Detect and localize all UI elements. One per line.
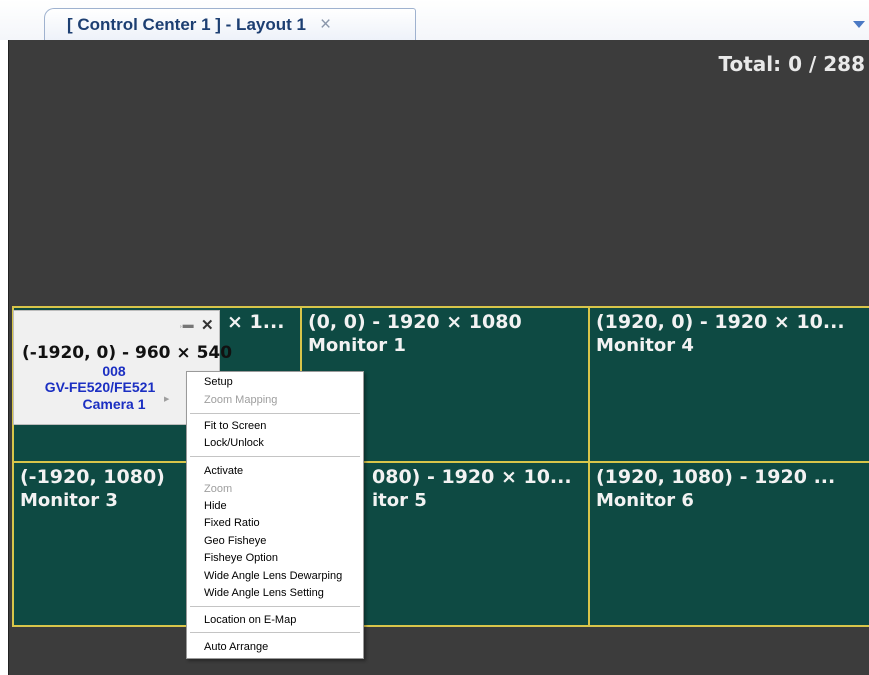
menu-item-fisheye-option[interactable]: Fisheye Option bbox=[204, 552, 278, 565]
monitor-coords: × 1... bbox=[227, 311, 285, 333]
chevron-down-icon[interactable] bbox=[853, 21, 865, 28]
menu-item-zoom-mapping[interactable]: Zoom Mapping bbox=[204, 394, 277, 407]
monitor-name: Monitor 6 bbox=[596, 490, 694, 511]
monitor-tile-monitor-6[interactable]: (1920, 1080) - 1920 ... Monitor 6 bbox=[588, 461, 869, 627]
menu-item-auto-arrange[interactable]: Auto Arrange bbox=[204, 641, 268, 654]
menu-separator bbox=[190, 456, 360, 457]
menu-item-fit-to-screen[interactable]: Fit to Screen bbox=[204, 420, 266, 433]
monitor-coords: (0, 0) - 1920 × 1080 bbox=[308, 311, 522, 333]
tab-layout-1[interactable]: [ Control Center 1 ] - Layout 1 × bbox=[44, 8, 416, 40]
menu-item-zoom[interactable]: Zoom bbox=[204, 483, 232, 496]
camera-resolution: (-1920, 0) - 960 × 540 bbox=[22, 343, 233, 363]
total-count: Total: 0 / 288 bbox=[718, 52, 866, 76]
close-icon[interactable]: ✕ bbox=[201, 316, 214, 334]
menu-separator bbox=[190, 606, 360, 607]
menu-item-location-on-e-map[interactable]: Location on E-Map bbox=[204, 614, 296, 627]
menu-item-setup[interactable]: Setup bbox=[204, 376, 233, 389]
menu-separator bbox=[190, 632, 360, 633]
menu-item-wide-angle-lens-setting[interactable]: Wide Angle Lens Setting bbox=[204, 587, 324, 600]
tab-title: [ Control Center 1 ] - Layout 1 bbox=[67, 14, 306, 34]
menu-item-geo-fisheye[interactable]: Geo Fisheye bbox=[204, 535, 266, 548]
menu-item-lock-unlock[interactable]: Lock/Unlock bbox=[204, 437, 264, 450]
tab-strip: [ Control Center 1 ] - Layout 1 × bbox=[0, 0, 869, 40]
monitor-tile-monitor-4[interactable]: (1920, 0) - 1920 × 10... Monitor 4 bbox=[588, 306, 869, 463]
monitor-coords: (1920, 1080) - 1920 ... bbox=[596, 466, 836, 488]
workspace-bottom bbox=[9, 628, 869, 675]
close-icon[interactable]: × bbox=[320, 15, 331, 34]
menu-separator bbox=[190, 413, 360, 414]
chevron-right-icon: ▶ bbox=[164, 396, 170, 403]
monitor-name: itor 5 bbox=[372, 490, 427, 511]
menu-item-fixed-ratio[interactable]: Fixed Ratio bbox=[204, 517, 260, 530]
context-menu: Setup Zoom Mapping Fit to Screen Lock/Un… bbox=[186, 371, 364, 659]
camera-channel: 008 bbox=[102, 363, 126, 379]
menu-item-hide[interactable]: Hide bbox=[204, 500, 227, 513]
monitor-name: Monitor 1 bbox=[308, 335, 406, 356]
menu-item-wide-angle-lens-dewarping[interactable]: Wide Angle Lens Dewarping bbox=[204, 570, 342, 583]
camera-name: Camera 1 bbox=[82, 396, 146, 412]
monitor-coords: (1920, 0) - 1920 × 10... bbox=[596, 311, 845, 333]
pin-icon[interactable]: ˒▬ bbox=[179, 319, 194, 331]
menu-item-activate[interactable]: Activate bbox=[204, 465, 243, 478]
monitor-coords: 080) - 1920 × 10... bbox=[372, 466, 572, 488]
monitor-name: Monitor 4 bbox=[596, 335, 694, 356]
camera-model: GV-FE520/FE521 bbox=[44, 379, 156, 395]
